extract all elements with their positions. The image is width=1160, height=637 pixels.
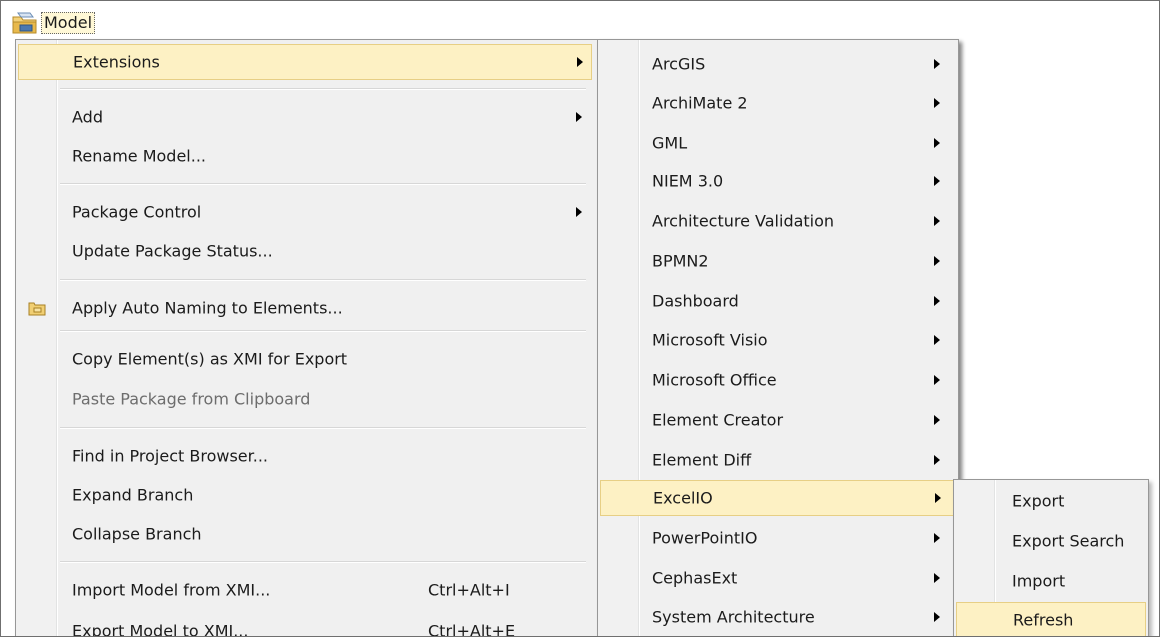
menu-item-refresh[interactable]: Refresh — [956, 602, 1146, 636]
menu-item-label: Package Control — [72, 202, 202, 222]
auto-naming-folder-icon — [28, 302, 46, 316]
menu-item-label: PowerPointIO — [652, 528, 758, 548]
package-folder-icon — [12, 12, 37, 34]
submenu-arrow-icon — [934, 176, 940, 186]
menu-item-dashboard[interactable]: Dashboard — [600, 283, 956, 319]
submenu-arrow-icon — [934, 296, 940, 306]
menu-item-label: Rename Model... — [72, 146, 206, 166]
menu-item-system-architecture[interactable]: System Architecture — [600, 599, 956, 635]
screen: Model Extensions Add Rename Model... Packag… — [0, 0, 1160, 637]
menu-item-label: NIEM 3.0 — [652, 171, 724, 191]
submenu-arrow-icon — [934, 533, 940, 543]
menu-item-microsoft-visio[interactable]: Microsoft Visio — [600, 322, 956, 358]
menu-item-label: Architecture Validation — [652, 211, 835, 231]
submenu-arrow-icon — [934, 216, 940, 226]
submenu-arrow-icon — [934, 138, 940, 148]
menu-item-label: ArcGIS — [652, 54, 706, 74]
menu-item-label: Collapse Branch — [72, 524, 202, 544]
menu-item-label: Copy Element(s) as XMI for Export — [72, 349, 348, 369]
menu-item-label: Find in Project Browser... — [72, 446, 268, 466]
menu-item-label: Element Creator — [652, 410, 784, 430]
menu-separator — [60, 183, 586, 185]
menu-item-label: Apply Auto Naming to Elements... — [72, 298, 343, 318]
menu-item-label: Export Model to XMI... — [72, 621, 249, 637]
menu-item-shortcut: Ctrl+Alt+E — [428, 621, 516, 637]
menu-item-label: Microsoft Office — [652, 370, 777, 390]
menu-item-label: ArchiMate 2 — [652, 93, 748, 113]
menu-item-package-control[interactable]: Package Control — [18, 194, 592, 230]
menu-item-export-search[interactable]: Export Search — [956, 523, 1146, 559]
menu-item-copy-element-s-as-xmi-for-export[interactable]: Copy Element(s) as XMI for Export — [18, 341, 592, 377]
menu-item-import-model-from-xmi[interactable]: Import Model from XMI... Ctrl+Alt+I — [18, 572, 592, 608]
menu-item-cephasext[interactable]: CephasExt — [600, 560, 956, 596]
menu-item-label: Export — [1012, 491, 1065, 511]
menu-item-add[interactable]: Add — [18, 99, 592, 135]
menu-item-label: CephasExt — [652, 568, 738, 588]
tree-root-label[interactable]: Model — [41, 12, 96, 34]
menu-separator — [60, 330, 586, 332]
menu-item-label: Add — [72, 107, 103, 127]
menu-item-label: Paste Package from Clipboard — [72, 389, 311, 409]
submenu-arrow-icon — [934, 59, 940, 69]
submenu-arrow-icon — [576, 112, 582, 122]
menu-separator — [60, 427, 586, 429]
menu-item-label: Microsoft Visio — [652, 330, 768, 350]
menu-item-label: Export Search — [1012, 531, 1125, 551]
menu-item-label: Extensions — [73, 52, 160, 72]
submenu-arrow-icon — [934, 335, 940, 345]
menu-item-expand-branch[interactable]: Expand Branch — [18, 477, 592, 513]
tree-root-node[interactable]: Model — [11, 9, 96, 37]
menu-item-apply-auto-naming-to-elements[interactable]: Apply Auto Naming to Elements... — [18, 290, 592, 326]
menu-item-export-model-to-xmi[interactable]: Export Model to XMI... Ctrl+Alt+E — [18, 613, 592, 637]
submenu-arrow-icon — [934, 612, 940, 622]
menu-item-label: GML — [652, 133, 688, 153]
extensions-submenu: ArcGIS ArchiMate 2 GML NIEM 3.0 Architecture… — [597, 39, 959, 636]
menu-separator — [60, 279, 586, 281]
submenu-arrow-icon — [934, 415, 940, 425]
menu-item-bpmn2[interactable]: BPMN2 — [600, 243, 956, 279]
menu-item-import[interactable]: Import — [956, 563, 1146, 599]
menu-item-label: Update Package Status... — [72, 241, 273, 261]
menu-item-update-package-status[interactable]: Update Package Status... — [18, 233, 592, 269]
menu-item-label: Import Model from XMI... — [72, 580, 271, 600]
menu-item-paste-package-from-clipboard: Paste Package from Clipboard — [18, 381, 592, 417]
submenu-arrow-icon — [576, 207, 582, 217]
submenu-arrow-icon — [934, 455, 940, 465]
menu-item-label: System Architecture — [652, 607, 815, 627]
menu-item-extensions[interactable]: Extensions — [18, 44, 592, 80]
menu-item-shortcut: Ctrl+Alt+I — [428, 580, 510, 600]
menu-item-arcgis[interactable]: ArcGIS — [600, 46, 956, 82]
submenu-arrow-icon — [934, 256, 940, 266]
menu-item-microsoft-office[interactable]: Microsoft Office — [600, 362, 956, 398]
submenu-arrow-icon — [934, 375, 940, 385]
menu-item-rename-model[interactable]: Rename Model... — [18, 138, 592, 174]
menu-item-archimate-2[interactable]: ArchiMate 2 — [600, 85, 956, 121]
menu-item-export[interactable]: Export — [956, 483, 1146, 519]
submenu-arrow-icon — [935, 493, 941, 503]
menu-item-label: Import — [1012, 571, 1066, 591]
menu-item-label: Expand Branch — [72, 485, 194, 505]
menu-item-element-creator[interactable]: Element Creator — [600, 402, 956, 438]
menu-item-element-diff[interactable]: Element Diff — [600, 442, 956, 478]
menu-item-powerpointio[interactable]: PowerPointIO — [600, 520, 956, 556]
menu-separator — [60, 88, 586, 90]
submenu-arrow-icon — [934, 98, 940, 108]
menu-item-find-in-project-browser[interactable]: Find in Project Browser... — [18, 438, 592, 474]
menu-item-label: ExcelIO — [653, 488, 713, 508]
menu-item-label: Refresh — [1013, 610, 1074, 630]
menu-item-gml[interactable]: GML — [600, 125, 956, 161]
excelio-submenu: Export Export Search Import Refresh — [953, 479, 1149, 636]
submenu-arrow-icon — [934, 573, 940, 583]
menu-item-excelio[interactable]: ExcelIO — [600, 480, 956, 516]
menu-separator — [60, 561, 586, 563]
menu-item-label: Element Diff — [652, 450, 752, 470]
menu-item-architecture-validation[interactable]: Architecture Validation — [600, 203, 956, 239]
menu-item-niem-3-0[interactable]: NIEM 3.0 — [600, 163, 956, 199]
submenu-arrow-icon — [577, 57, 583, 67]
menu-item-label: BPMN2 — [652, 251, 709, 271]
menu-item-collapse-branch[interactable]: Collapse Branch — [18, 516, 592, 552]
menu-item-label: Dashboard — [652, 291, 739, 311]
